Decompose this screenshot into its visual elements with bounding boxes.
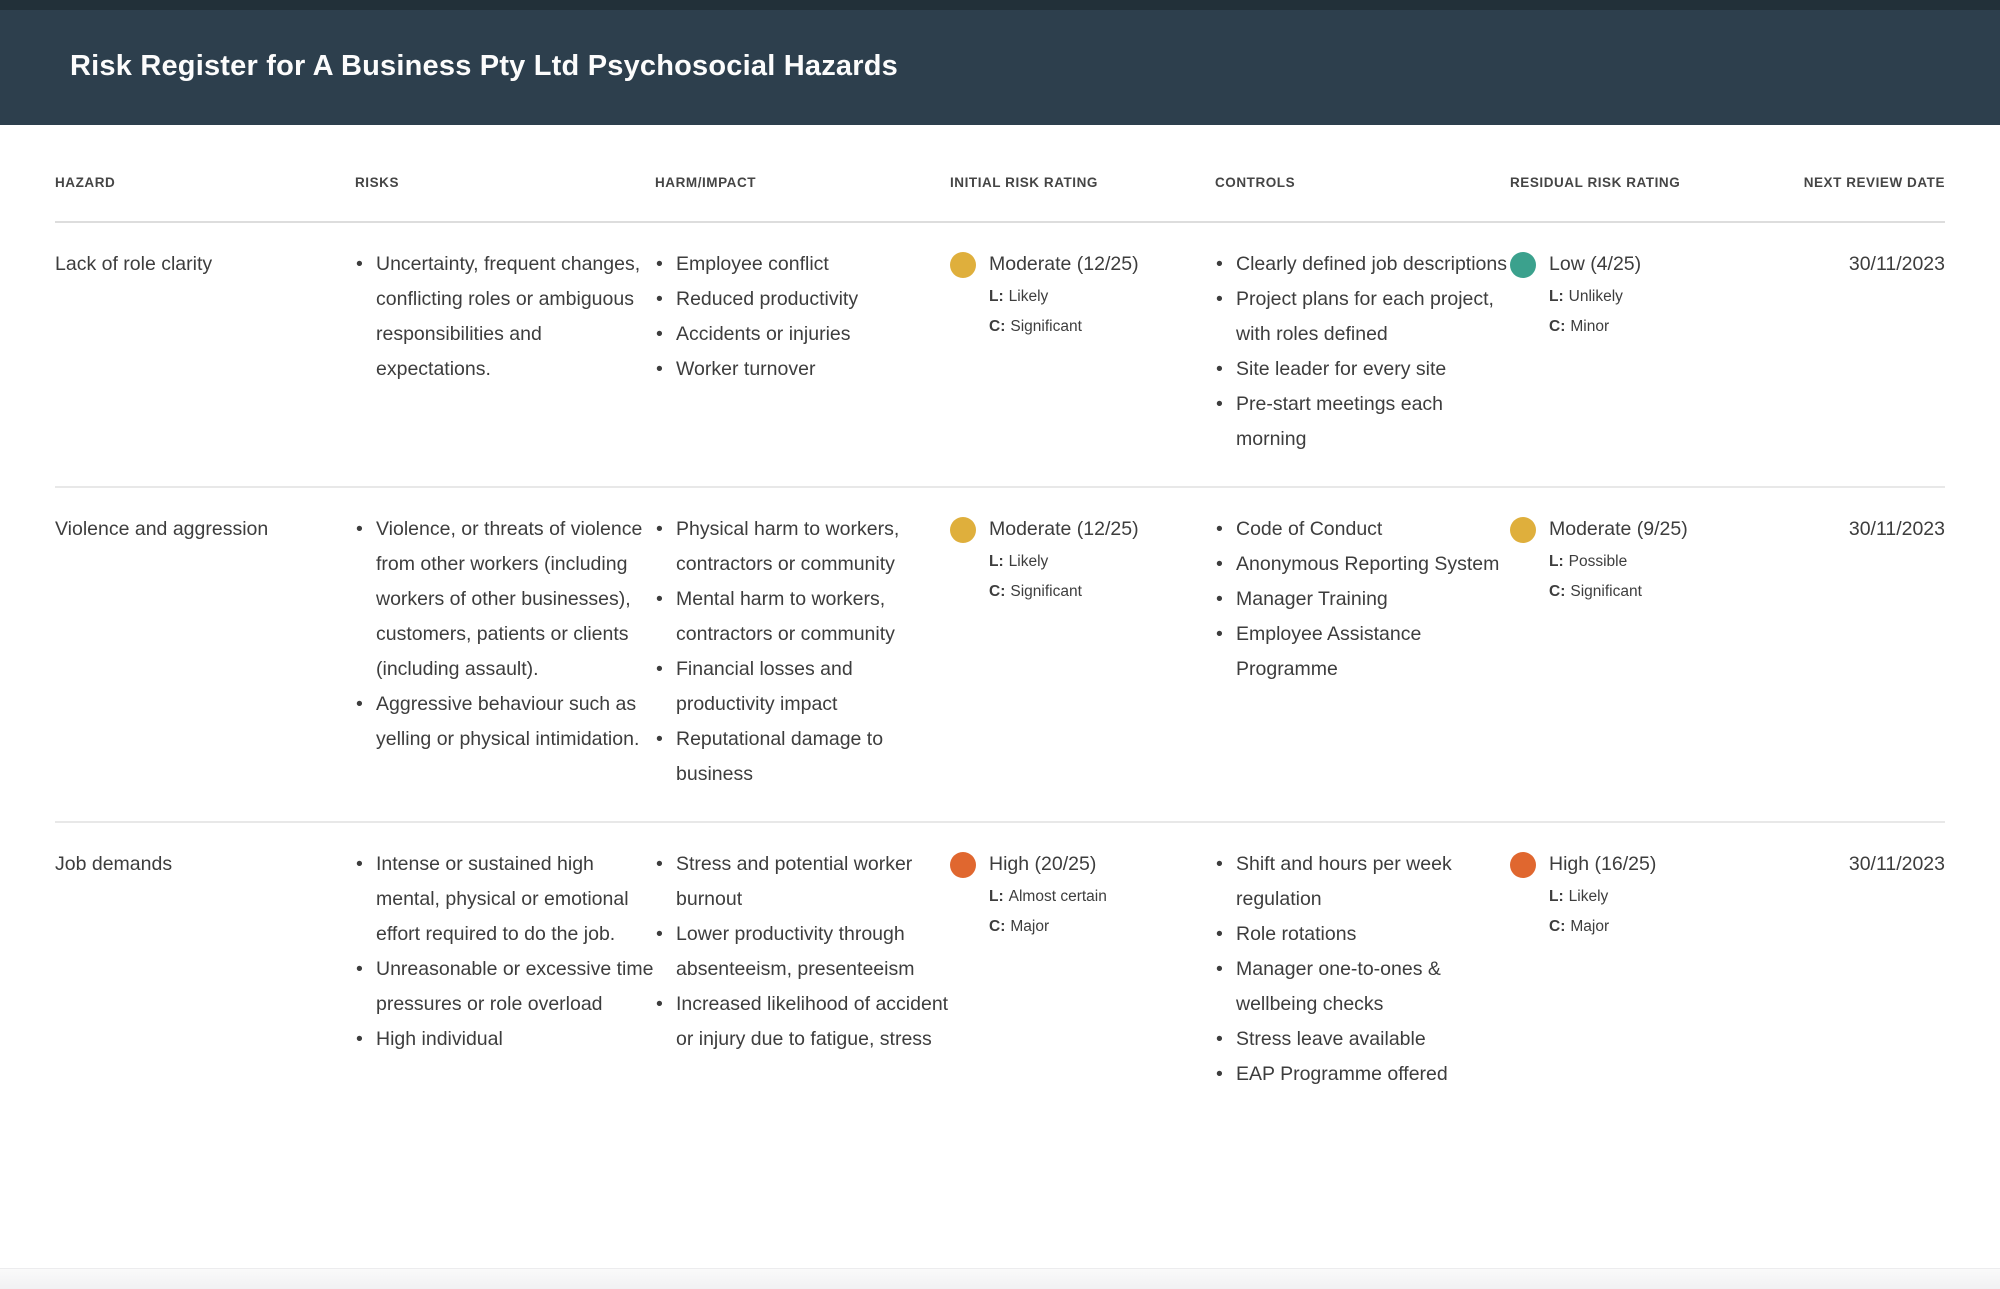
bullet-item: Stress and potential worker burnout: [655, 847, 950, 917]
table-row: Violence and aggression Violence, or thr…: [55, 488, 1945, 823]
column-header-risks: RISKS: [355, 175, 655, 190]
risk-register-table: HAZARD RISKS HARM/IMPACT INITIAL RISK RA…: [55, 125, 1945, 1121]
bullet-item: Financial losses and productivity impact: [655, 652, 950, 722]
initial-risk-rating-cell: Moderate (12/25) L:Likely C:Significant: [950, 247, 1215, 457]
bullet-item: Manager one-to-ones & wellbeing checks: [1215, 952, 1510, 1022]
risks-list: Uncertainty, frequent changes, conflicti…: [355, 247, 655, 457]
hazard-cell: Lack of role clarity: [55, 247, 355, 457]
harm-impact-list: Employee conflictReduced productivityAcc…: [655, 247, 950, 457]
likelihood-line: L:Likely: [989, 282, 1139, 312]
risk-rating-label: High (20/25): [989, 847, 1107, 882]
risk-rating-text: High (16/25) L:Likely C:Major: [1549, 847, 1656, 942]
hazard-cell: Job demands: [55, 847, 355, 1092]
risk-rating-text: Moderate (9/25) L:Possible C:Significant: [1549, 512, 1688, 607]
risk-rating-label: Moderate (12/25): [989, 247, 1139, 282]
bullet-item: Reputational damage to business: [655, 722, 950, 792]
likelihood-line: L:Likely: [989, 547, 1139, 577]
risk-rating-text: High (20/25) L:Almost certain C:Major: [989, 847, 1107, 942]
bullet-item: Mental harm to workers, contractors or c…: [655, 582, 950, 652]
viewport-bottom-strip: [0, 1268, 2000, 1289]
risk-rating-label: High (16/25): [1549, 847, 1656, 882]
bullet-item: Lower productivity through absenteeism, …: [655, 917, 950, 987]
risk-level-dot: [1510, 252, 1536, 278]
risk-rating-label: Moderate (9/25): [1549, 512, 1688, 547]
initial-risk-rating-cell: High (20/25) L:Almost certain C:Major: [950, 847, 1215, 1092]
bullet-item: Employee Assistance Programme: [1215, 617, 1510, 687]
bullet-item: Increased likelihood of accident or inju…: [655, 987, 950, 1057]
bullet-item: Uncertainty, frequent changes, conflicti…: [355, 247, 655, 387]
bullet-item: Shift and hours per week regulation: [1215, 847, 1510, 917]
bullet-item: Pre-start meetings each morning: [1215, 387, 1510, 457]
initial-risk-rating-cell: Moderate (12/25) L:Likely C:Significant: [950, 512, 1215, 792]
page-title: Risk Register for A Business Pty Ltd Psy…: [70, 50, 898, 83]
table-header-row: HAZARD RISKS HARM/IMPACT INITIAL RISK RA…: [55, 125, 1945, 223]
risk-level-dot: [1510, 517, 1536, 543]
consequence-line: C:Significant: [989, 312, 1139, 342]
column-header-initial-risk-rating: INITIAL RISK RATING: [950, 175, 1215, 190]
residual-risk-rating-cell: Low (4/25) L:Unlikely C:Minor: [1510, 247, 1775, 457]
risk-register-page: Risk Register for A Business Pty Ltd Psy…: [0, 0, 2000, 1289]
risk-rating-label: Moderate (12/25): [989, 512, 1139, 547]
risk-level-dot: [950, 517, 976, 543]
bullet-item: Unreasonable or excessive time pressures…: [355, 952, 655, 1022]
next-review-date-cell: 30/11/2023: [1775, 847, 1945, 1092]
bullet-item: Violence, or threats of violence from ot…: [355, 512, 655, 687]
table-row: Lack of role clarity Uncertainty, freque…: [55, 223, 1945, 488]
risk-level-dot: [950, 252, 976, 278]
residual-risk-rating-cell: Moderate (9/25) L:Possible C:Significant: [1510, 512, 1775, 792]
risk-rating-text: Moderate (12/25) L:Likely C:Significant: [989, 247, 1139, 342]
table-row: Job demands Intense or sustained high me…: [55, 823, 1945, 1121]
bullet-item: Intense or sustained high mental, physic…: [355, 847, 655, 952]
bullet-item: Code of Conduct: [1215, 512, 1510, 547]
risk-level-dot: [1510, 852, 1536, 878]
column-header-controls: CONTROLS: [1215, 175, 1510, 190]
column-header-harm-impact: HARM/IMPACT: [655, 175, 950, 190]
risks-list: Intense or sustained high mental, physic…: [355, 847, 655, 1092]
bullet-item: EAP Programme offered: [1215, 1057, 1510, 1092]
consequence-line: C:Major: [989, 912, 1107, 942]
controls-list: Code of ConductAnonymous Reporting Syste…: [1215, 512, 1510, 792]
harm-impact-list: Stress and potential worker burnoutLower…: [655, 847, 950, 1092]
bullet-item: Accidents or injuries: [655, 317, 950, 352]
next-review-date-cell: 30/11/2023: [1775, 512, 1945, 792]
bullet-item: Reduced productivity: [655, 282, 950, 317]
column-header-hazard: HAZARD: [55, 175, 355, 190]
next-review-date-cell: 30/11/2023: [1775, 247, 1945, 457]
app-header-bar: Risk Register for A Business Pty Ltd Psy…: [0, 0, 2000, 125]
bullet-item: Site leader for every site: [1215, 352, 1510, 387]
bullet-item: High individual: [355, 1022, 655, 1057]
consequence-line: C:Significant: [989, 577, 1139, 607]
controls-list: Clearly defined job descriptionsProject …: [1215, 247, 1510, 457]
risk-rating-text: Moderate (12/25) L:Likely C:Significant: [989, 512, 1139, 607]
hazard-cell: Violence and aggression: [55, 512, 355, 792]
likelihood-line: L:Likely: [1549, 882, 1656, 912]
bullet-item: Manager Training: [1215, 582, 1510, 617]
harm-impact-list: Physical harm to workers, contractors or…: [655, 512, 950, 792]
bullet-item: Anonymous Reporting System: [1215, 547, 1510, 582]
consequence-line: C:Major: [1549, 912, 1656, 942]
likelihood-line: L:Possible: [1549, 547, 1688, 577]
consequence-line: C:Significant: [1549, 577, 1688, 607]
risk-rating-label: Low (4/25): [1549, 247, 1641, 282]
bullet-item: Stress leave available: [1215, 1022, 1510, 1057]
likelihood-line: L:Unlikely: [1549, 282, 1641, 312]
risk-rating-text: Low (4/25) L:Unlikely C:Minor: [1549, 247, 1641, 342]
bullet-item: Project plans for each project, with rol…: [1215, 282, 1510, 352]
bullet-item: Role rotations: [1215, 917, 1510, 952]
column-header-next-review-date: NEXT REVIEW DATE: [1775, 175, 1945, 190]
bullet-item: Worker turnover: [655, 352, 950, 387]
bullet-item: Employee conflict: [655, 247, 950, 282]
residual-risk-rating-cell: High (16/25) L:Likely C:Major: [1510, 847, 1775, 1092]
risk-level-dot: [950, 852, 976, 878]
bullet-item: Clearly defined job descriptions: [1215, 247, 1510, 282]
bullet-item: Aggressive behaviour such as yelling or …: [355, 687, 655, 757]
bullet-item: Physical harm to workers, contractors or…: [655, 512, 950, 582]
controls-list: Shift and hours per week regulationRole …: [1215, 847, 1510, 1092]
likelihood-line: L:Almost certain: [989, 882, 1107, 912]
column-header-residual-risk-rating: RESIDUAL RISK RATING: [1510, 175, 1775, 190]
risks-list: Violence, or threats of violence from ot…: [355, 512, 655, 792]
consequence-line: C:Minor: [1549, 312, 1641, 342]
